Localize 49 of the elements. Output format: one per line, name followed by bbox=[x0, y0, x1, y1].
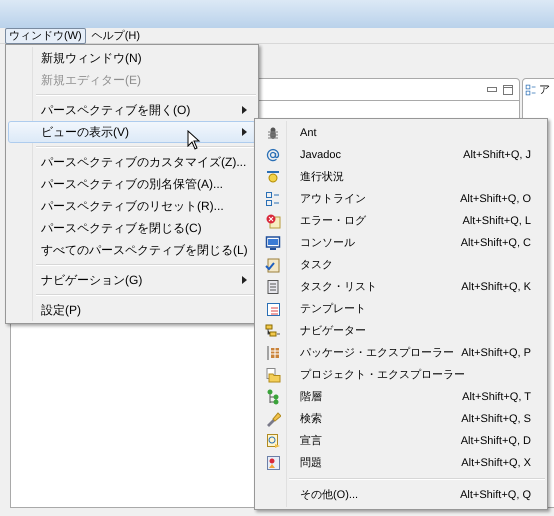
document-list-icon bbox=[265, 279, 281, 295]
menu-item[interactable]: すべてのパースペクティブを閉じる(L) bbox=[8, 239, 256, 261]
error-log-icon bbox=[265, 213, 281, 229]
menu-bar-item[interactable]: ヘルプ(H) bbox=[88, 28, 144, 44]
submenu-item[interactable]: その他(O)... Alt+Shift+Q, Q bbox=[257, 484, 545, 506]
outline-icon bbox=[265, 191, 281, 207]
template-icon bbox=[265, 301, 281, 317]
menu-item[interactable]: パースペクティブの別名保管(A)... bbox=[8, 173, 256, 195]
submenu-item[interactable]: 宣言 Alt+Shift+Q, D bbox=[257, 430, 545, 452]
submenu-item[interactable]: タスク・リスト Alt+Shift+Q, K bbox=[257, 276, 545, 298]
menu-item[interactable]: パースペクティブのリセット(R)... bbox=[8, 195, 256, 217]
submenu-item[interactable]: コンソール Alt+Shift+Q, C bbox=[257, 232, 545, 254]
at-sign-icon bbox=[265, 147, 281, 163]
progress-icon bbox=[265, 169, 281, 185]
submenu-item[interactable]: 検索 Alt+Shift+Q, S bbox=[257, 408, 545, 430]
problems-icon bbox=[265, 455, 281, 471]
submenu-item[interactable]: アウトライン Alt+Shift+Q, O bbox=[257, 188, 545, 210]
folder-icon bbox=[265, 367, 281, 383]
menu-item[interactable]: パースペクティブのカスタマイズ(Z)... bbox=[8, 151, 256, 173]
submenu-item[interactable]: 問題 Alt+Shift+Q, X bbox=[257, 452, 545, 474]
menu-item[interactable]: 新規ウィンドウ(N) bbox=[8, 47, 256, 69]
outline-icon bbox=[525, 84, 537, 96]
bug-icon bbox=[265, 125, 281, 141]
package-tree-icon bbox=[265, 345, 281, 361]
submenu-item[interactable]: プロジェクト・エクスプローラー bbox=[257, 364, 545, 386]
submenu-item[interactable]: 階層 Alt+Shift+Q, T bbox=[257, 386, 545, 408]
maximize-icon[interactable] bbox=[503, 84, 513, 94]
clipboard-check-icon bbox=[265, 257, 281, 273]
declaration-icon bbox=[265, 433, 281, 449]
submenu-item[interactable]: 進行状況 bbox=[257, 166, 545, 188]
navigator-icon bbox=[265, 323, 281, 339]
menu-item[interactable]: パースペクティブを開く(O) bbox=[8, 99, 256, 121]
submenu-item[interactable]: Ant bbox=[257, 122, 545, 144]
submenu-item[interactable]: Javadoc Alt+Shift+Q, J bbox=[257, 144, 545, 166]
menu-item[interactable]: ナビゲーション(G) bbox=[8, 269, 256, 291]
minimize-icon[interactable] bbox=[487, 86, 497, 92]
menu-item[interactable]: ビューの表示(V) bbox=[8, 121, 256, 143]
menu-item[interactable]: 設定(P) bbox=[8, 299, 256, 321]
submenu-item[interactable]: エラー・ログ Alt+Shift+Q, L bbox=[257, 210, 545, 232]
submenu-item[interactable]: タスク bbox=[257, 254, 545, 276]
menu-bar-item[interactable]: ウィンドウ(W) bbox=[5, 28, 86, 44]
monitor-icon bbox=[265, 235, 281, 251]
mouse-pointer-icon bbox=[187, 130, 201, 150]
submenu-item[interactable]: パッケージ・エクスプローラー Alt+Shift+Q, P bbox=[257, 342, 545, 364]
hierarchy-icon bbox=[265, 389, 281, 405]
submenu-item[interactable]: ナビゲーター bbox=[257, 320, 545, 342]
menu-item[interactable]: パースペクティブを閉じる(C) bbox=[8, 217, 256, 239]
submenu-item[interactable]: テンプレート bbox=[257, 298, 545, 320]
panel-tab-title[interactable]: ア bbox=[539, 84, 550, 96]
